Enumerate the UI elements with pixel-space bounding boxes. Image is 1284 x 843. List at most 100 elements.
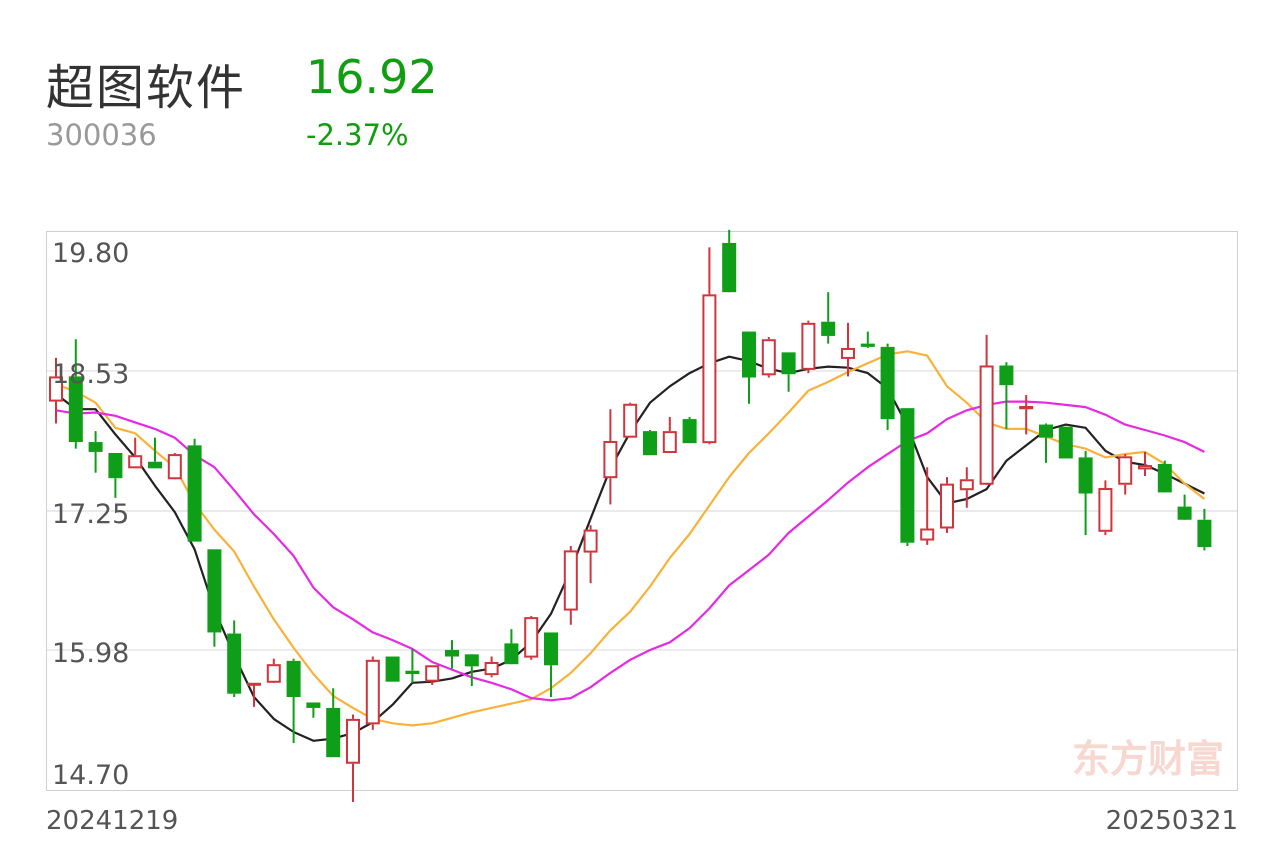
candle — [207, 549, 222, 647]
candle — [860, 331, 875, 348]
candle — [405, 648, 420, 683]
candle-body — [425, 665, 440, 682]
candle — [979, 334, 994, 485]
candle-body — [959, 479, 974, 491]
candle — [68, 339, 83, 449]
candle — [1098, 480, 1113, 536]
candle-body — [286, 660, 301, 697]
y-tick-label: 15.98 — [52, 638, 129, 669]
watermark: 东方财富 — [1072, 737, 1224, 781]
candle-body — [880, 346, 895, 420]
candle — [286, 658, 301, 743]
candle — [940, 477, 954, 533]
candle-body — [306, 702, 321, 708]
candle — [108, 453, 123, 498]
x-label-end: 20250321 — [1106, 806, 1238, 836]
candle — [385, 656, 400, 682]
candle-body — [128, 455, 143, 469]
candle-body — [1098, 488, 1113, 532]
candle — [346, 714, 360, 803]
candle — [781, 352, 796, 392]
candlestick-chart: 东方财富 19.8018.5317.2515.9814.70 20241219 … — [46, 229, 1238, 836]
candle — [365, 656, 380, 730]
candle-body — [365, 659, 380, 725]
candle-body — [940, 483, 954, 529]
candle — [900, 408, 915, 547]
candle-body — [346, 718, 360, 764]
candle-body — [207, 549, 222, 633]
candle-body — [801, 322, 816, 370]
candle-body — [761, 339, 776, 376]
candle — [504, 629, 519, 665]
candle-body — [544, 632, 558, 666]
candle — [603, 409, 618, 505]
candle-body — [1157, 463, 1172, 493]
candle-body — [742, 331, 756, 378]
candle — [167, 453, 182, 480]
candle — [227, 620, 242, 697]
candle-body — [722, 242, 737, 293]
candle-body — [405, 670, 420, 675]
candle-body — [623, 403, 638, 438]
candle — [544, 632, 558, 697]
candle-body — [227, 633, 242, 694]
candle — [742, 331, 756, 404]
candle — [880, 343, 895, 431]
candle — [1078, 450, 1093, 536]
candle — [722, 229, 737, 293]
candle-body — [841, 347, 855, 359]
candle-body — [1039, 424, 1053, 438]
candle — [999, 362, 1014, 429]
candle — [662, 416, 677, 454]
candle — [445, 640, 459, 669]
candle-body — [1019, 405, 1034, 410]
candle-body — [682, 419, 697, 444]
candle — [306, 702, 321, 718]
candle — [148, 437, 162, 469]
candle — [623, 402, 638, 438]
candle-body — [167, 454, 182, 480]
x-label-start: 20241219 — [46, 806, 178, 836]
candle-body — [781, 352, 796, 375]
y-tick-label: 19.80 — [52, 238, 129, 269]
candle — [1197, 508, 1212, 551]
candle — [761, 337, 776, 378]
candle — [1118, 454, 1133, 495]
candle — [583, 525, 598, 584]
candle-body — [326, 707, 341, 758]
candle-body — [88, 442, 103, 452]
candle-body — [643, 431, 657, 456]
candle — [88, 431, 103, 473]
y-tick-label: 14.70 — [52, 760, 129, 791]
candle-body — [702, 294, 717, 444]
candle — [563, 546, 578, 625]
candle — [1058, 426, 1073, 459]
candle-body — [1078, 457, 1093, 494]
candle-body — [1177, 506, 1192, 520]
candle — [920, 467, 935, 545]
candle — [682, 416, 697, 444]
candle-body — [662, 431, 677, 454]
candle — [1039, 423, 1053, 463]
candle — [702, 247, 717, 445]
candle-body — [524, 617, 539, 658]
candle — [524, 616, 539, 660]
candle-body — [187, 445, 202, 542]
candle-body — [385, 656, 400, 682]
candle-body — [266, 664, 281, 683]
candle — [821, 292, 836, 344]
candle-body — [563, 550, 578, 611]
candle-body — [247, 682, 261, 686]
candle-body — [583, 529, 598, 553]
candle-body — [821, 321, 836, 336]
candle-body — [464, 654, 479, 667]
candle-body — [900, 408, 915, 543]
candle-body — [1058, 426, 1073, 459]
candle-body — [979, 365, 994, 485]
y-tick-label: 17.25 — [52, 499, 129, 530]
candle-body — [484, 661, 499, 676]
candle-body — [504, 643, 519, 665]
candle-body — [1138, 465, 1152, 470]
candle — [1177, 494, 1192, 520]
candle — [266, 658, 281, 683]
